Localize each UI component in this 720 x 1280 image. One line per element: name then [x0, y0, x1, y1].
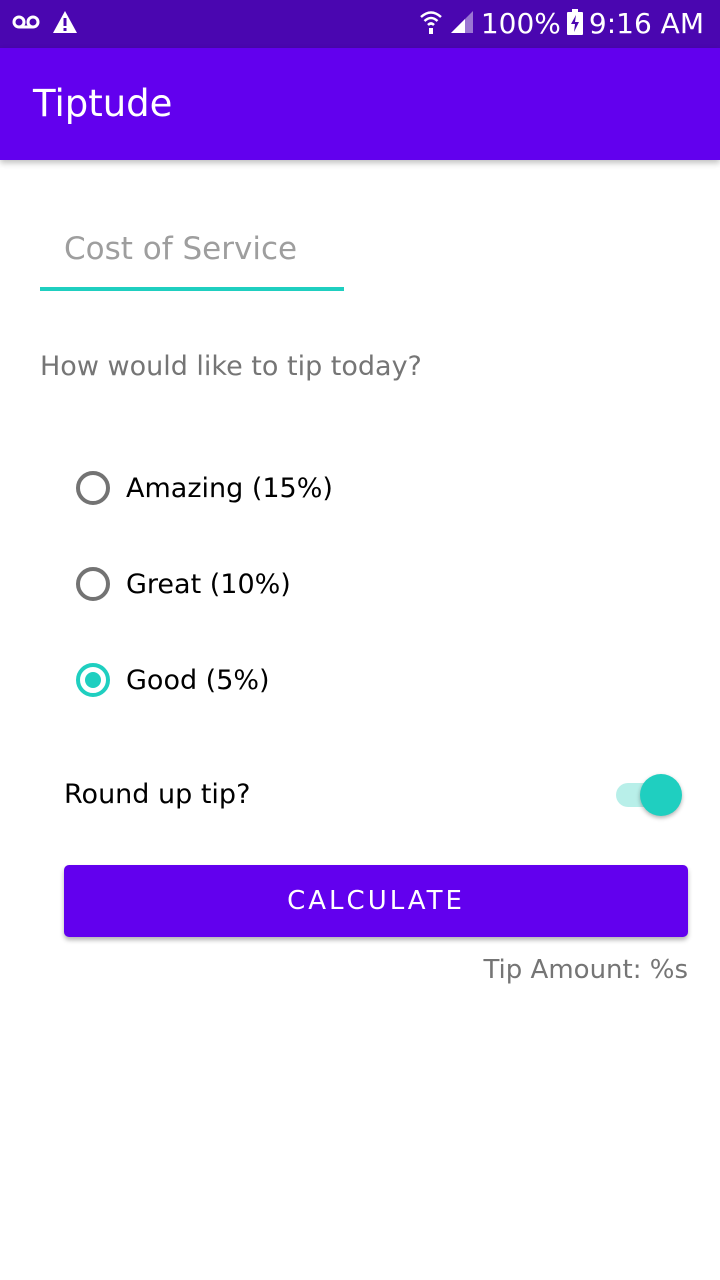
- clock: 9:16 AM: [588, 7, 704, 40]
- radio-option-amazing[interactable]: Amazing (15%): [72, 458, 333, 518]
- voicemail-icon: [12, 12, 40, 36]
- cost-of-service-input[interactable]: [40, 210, 344, 288]
- status-left-icons: [12, 0, 78, 48]
- input-underline: [40, 287, 344, 291]
- app-bar: Tiptude: [0, 48, 720, 160]
- switch-thumb[interactable]: [640, 774, 682, 816]
- round-up-switch[interactable]: [616, 774, 684, 816]
- radio-option-great[interactable]: Great (10%): [72, 554, 291, 614]
- radio-label: Amazing (15%): [126, 472, 333, 504]
- wifi-icon: [419, 9, 443, 39]
- radio-option-good[interactable]: Good (5%): [72, 650, 270, 710]
- radio-label: Great (10%): [126, 568, 291, 600]
- battery-charging-icon: [566, 9, 583, 39]
- radio-button-icon[interactable]: [76, 471, 110, 505]
- tip-amount-text: Tip Amount: %s: [483, 955, 688, 985]
- status-bar: 100% 9:16 AM: [0, 0, 720, 48]
- status-right-icons: 100% 9:16 AM: [419, 0, 704, 48]
- tip-question: How would like to tip today?: [40, 351, 422, 382]
- cost-of-service-field[interactable]: [40, 210, 344, 292]
- radio-label: Good (5%): [126, 664, 270, 696]
- calculate-button[interactable]: CALCULATE: [64, 865, 688, 937]
- cell-signal-icon: [449, 10, 475, 38]
- radio-button-icon[interactable]: [76, 567, 110, 601]
- app-title: Tiptude: [33, 82, 173, 125]
- radio-button-checked-icon[interactable]: [76, 663, 110, 697]
- round-up-label: Round up tip?: [64, 779, 251, 810]
- battery-percent: 100%: [480, 7, 561, 40]
- warning-icon: [52, 10, 78, 38]
